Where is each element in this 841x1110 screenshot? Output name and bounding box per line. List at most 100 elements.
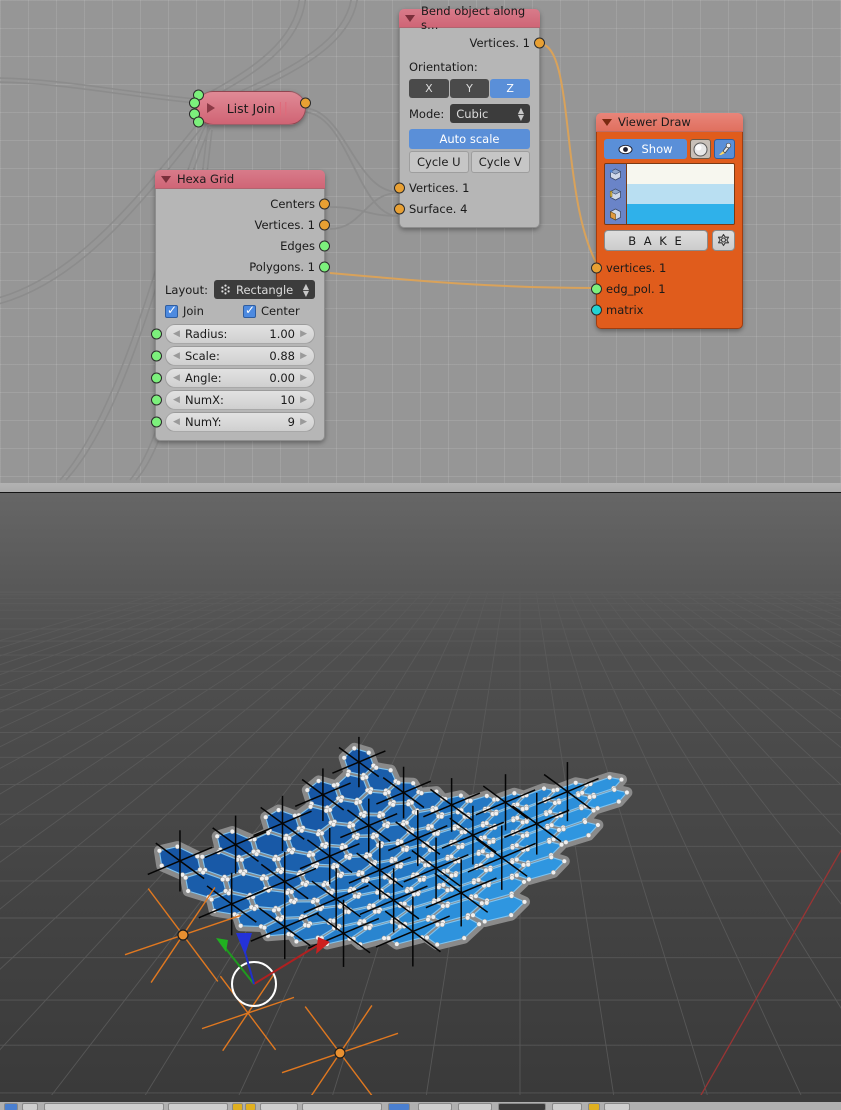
input-vertices[interactable]: vertices. 1 [591,257,742,278]
socket-verts-in[interactable] [394,182,405,193]
orientation-x-button[interactable]: X [409,79,449,98]
socket-surface-in[interactable] [394,203,405,214]
socket-list-polygons[interactable] [319,261,330,272]
socket-verts-centers[interactable] [319,198,330,209]
node-editor-area[interactable]: List Join || Hexa Grid Centers Vertices.… [0,0,841,483]
node-list-join[interactable]: List Join || [189,89,311,128]
eyedropper-button[interactable] [714,139,735,159]
socket-verts-in[interactable] [591,262,602,273]
swatch-color-vertices[interactable] [627,164,734,184]
output-vertices[interactable]: Vertices. 1 [156,214,330,235]
mode-dropdown[interactable]: Cubic ▲ ▼ [450,104,530,123]
node-bend-object-along-surface[interactable]: Bend object along s… Vertices. 1 Orienta… [394,4,545,228]
output-edges[interactable]: Edges [156,235,330,256]
cycle-u-button[interactable]: Cycle U [409,151,469,173]
chevron-right-icon[interactable]: ▶ [300,373,307,383]
socket-verts-vertices[interactable] [319,219,330,230]
input-matrix[interactable]: matrix [591,299,742,320]
socket-input-angle[interactable] [151,372,162,384]
menu-chip-3[interactable] [168,1103,228,1110]
editor-divider[interactable] [0,483,841,493]
swatch-color-faces[interactable] [627,204,734,224]
output-vertices[interactable]: Vertices. 1 [400,32,545,53]
chip-9[interactable] [498,1103,546,1110]
blender-header-bar[interactable] [0,1095,841,1110]
orientation-z-button[interactable]: Z [490,79,531,98]
show-toggle-button[interactable]: Show [604,139,687,159]
orientation-enum[interactable]: X Y Z [400,79,539,98]
slider-numx[interactable]: ◀ NumX: 10 ▶ [151,390,315,410]
3d-viewport[interactable] [0,493,841,1095]
chevron-left-icon[interactable]: ◀ [173,417,180,427]
socket-input-numx[interactable] [151,394,162,406]
check-icon[interactable] [243,303,256,318]
bake-button[interactable]: B A K E [604,230,708,251]
socket-verts-out[interactable] [534,37,545,48]
output-polygons[interactable]: Polygons. 1 [156,256,330,277]
collapse-triangle-icon[interactable] [405,14,415,22]
input-surface[interactable]: Surface. 4 [394,198,539,219]
cycle-v-button[interactable]: Cycle V [470,151,530,173]
menu-chip-2[interactable] [44,1103,164,1110]
chevron-left-icon[interactable]: ◀ [173,373,180,383]
check-icon[interactable] [165,303,178,318]
chevron-left-icon[interactable]: ◀ [173,329,180,339]
chip-11[interactable] [588,1103,600,1110]
socket-input-scale[interactable] [151,350,162,362]
checkbox-center[interactable]: Center [243,303,300,318]
socket-list-edges[interactable] [319,240,330,251]
node-header[interactable]: Hexa Grid [155,170,325,189]
chevron-left-icon[interactable]: ◀ [173,395,180,405]
chip-8[interactable] [458,1103,492,1110]
socket-in-2[interactable] [189,97,200,109]
socket-label: Edges [280,238,315,253]
chevron-right-icon[interactable]: ▶ [300,329,307,339]
chip-5[interactable] [302,1103,382,1110]
socket-input-numy[interactable] [151,416,162,428]
chip-12[interactable] [604,1103,630,1110]
slider-radius[interactable]: ◀ Radius: 1.00 ▶ [151,324,315,344]
slider-angle[interactable]: ◀ Angle: 0.00 ▶ [151,368,315,388]
socket-in-4[interactable] [193,116,204,128]
node-hexa-grid[interactable]: Hexa Grid Centers Vertices. 1 Edges Poly… [151,170,330,441]
chevron-right-icon[interactable]: ▶ [300,351,307,361]
chip-6[interactable] [388,1103,410,1110]
slider-numy[interactable]: ◀ NumY: 9 ▶ [151,412,315,432]
swatch-row-edges[interactable] [605,184,734,204]
socket-label: matrix [606,302,644,317]
collapse-triangle-icon[interactable] [207,103,215,113]
collapse-triangle-icon[interactable] [161,175,171,183]
socket-out-1[interactable] [300,97,311,109]
chevron-right-icon[interactable]: ▶ [300,395,307,405]
checkbox-join[interactable]: Join [165,303,243,318]
swatch-row-faces[interactable] [605,204,734,224]
output-centers[interactable]: Centers [156,193,330,214]
node-header[interactable]: Bend object along s… [399,4,540,32]
auto-scale-button[interactable]: Auto scale [409,129,530,149]
bake-row: B A K E [597,230,742,251]
collapse-triangle-icon[interactable] [602,118,612,126]
chip-4[interactable] [260,1103,298,1110]
orientation-y-button[interactable]: Y [449,79,490,98]
chip-7[interactable] [418,1103,452,1110]
chevron-left-icon[interactable]: ◀ [173,351,180,361]
chevron-right-icon[interactable]: ▶ [300,417,307,427]
slider-scale[interactable]: ◀ Scale: 0.88 ▶ [151,346,315,366]
input-vertices[interactable]: Vertices. 1 [394,177,539,198]
sphere-preview-button[interactable] [690,139,711,159]
socket-input-radius[interactable] [151,328,162,340]
mode-icon[interactable] [232,1103,243,1110]
socket-list-in[interactable] [591,283,602,294]
menu-chip-1[interactable] [22,1103,38,1110]
chip-10[interactable] [552,1103,582,1110]
mode-icon-2[interactable] [245,1103,256,1110]
swatch-color-edges[interactable] [627,184,734,204]
bake-settings-button[interactable] [712,230,735,251]
swatch-row-vertices[interactable] [605,164,734,184]
node-viewer-draw[interactable]: Viewer Draw Show B A K E vertices. 1 edg… [591,113,743,329]
node-header[interactable]: Viewer Draw [596,113,743,132]
layout-dropdown[interactable]: Rectangle ▲ ▼ [213,280,315,299]
input-edg-pol[interactable]: edg_pol. 1 [591,278,742,299]
socket-matrix-in[interactable] [591,304,602,315]
editor-type-icon[interactable] [4,1103,18,1110]
